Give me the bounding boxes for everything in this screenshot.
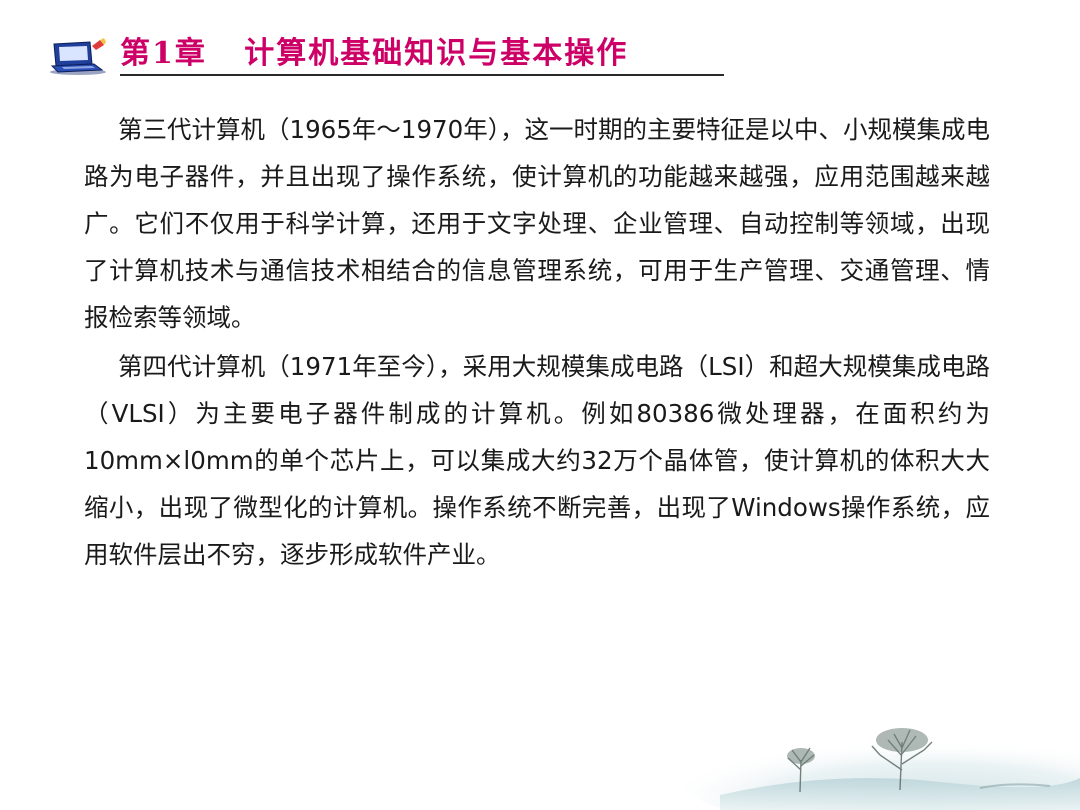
- slide-header: 第1章 计算机基础知识与基本操作: [48, 32, 724, 78]
- page-title: 第1章 计算机基础知识与基本操作: [120, 36, 629, 71]
- paragraph-fourth-generation: 第四代计算机（1971年至今），采用大规模集成电路（LSI）和超大规模集成电路（…: [84, 352, 990, 569]
- winter-landscape-image: [680, 728, 1080, 810]
- slide-body: 第三代计算机（1965年～1970年），这一时期的主要特征是以中、小规模集成电路…: [84, 106, 990, 578]
- paragraph-third-generation: 第三代计算机（1965年～1970年），这一时期的主要特征是以中、小规模集成电路…: [84, 115, 990, 332]
- laptop-icon: [50, 38, 106, 75]
- title-underline: [120, 74, 724, 76]
